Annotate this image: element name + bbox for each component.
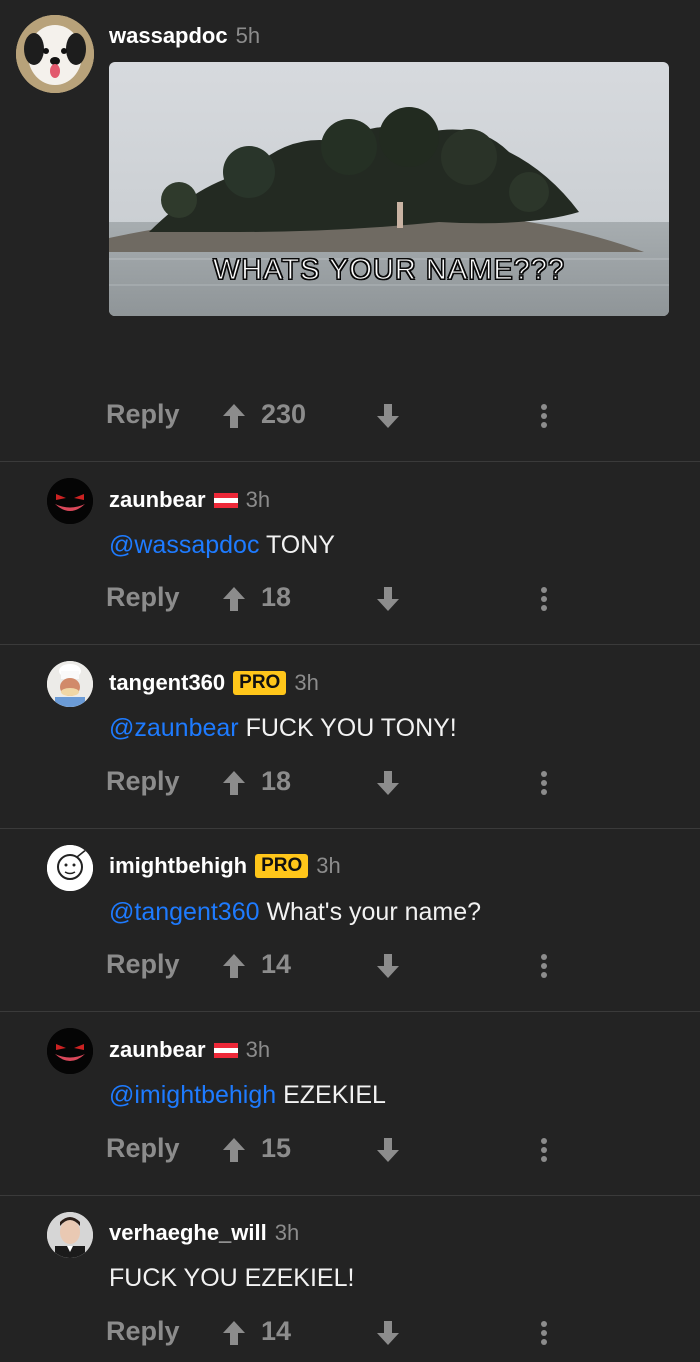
more-options-icon[interactable] — [540, 586, 548, 612]
reply-button[interactable]: Reply — [106, 399, 180, 430]
more-options-icon[interactable] — [540, 770, 548, 796]
more-options-icon[interactable] — [540, 403, 548, 429]
comment-actions: Reply 15 — [0, 1129, 700, 1169]
upvote-icon[interactable] — [222, 1320, 246, 1346]
comment-text: @zaunbear FUCK YOU TONY! — [109, 714, 457, 743]
timestamp: 3h — [274, 1220, 300, 1245]
username[interactable]: imightbehigh — [109, 853, 247, 879]
avatar[interactable] — [47, 478, 93, 524]
comment-body: FUCK YOU EZEKIEL! — [109, 1264, 355, 1292]
comment-body: TONY — [259, 531, 335, 559]
comment-actions: Reply 230 — [0, 395, 700, 435]
comment-body: What's your name? — [259, 898, 482, 926]
downvote-icon[interactable] — [376, 586, 400, 612]
vote-count: 14 — [261, 1316, 292, 1346]
chef-avatar-icon — [47, 661, 93, 707]
upvote-icon[interactable] — [222, 1137, 246, 1163]
vote-count: 230 — [261, 399, 307, 429]
downvote-icon[interactable] — [376, 403, 400, 429]
timestamp: 3h — [245, 487, 271, 512]
reply-button[interactable]: Reply — [106, 1133, 180, 1164]
man-avatar-icon — [47, 1212, 93, 1258]
timestamp: 3h — [316, 853, 341, 878]
pro-badge: PRO — [233, 671, 287, 695]
downvote-icon[interactable] — [376, 953, 400, 979]
avatar[interactable] — [16, 15, 94, 93]
comment-actions: Reply 14 — [0, 1312, 700, 1352]
vote-count: 14 — [261, 949, 292, 979]
grin-avatar-icon — [47, 1028, 93, 1074]
comment-actions: Reply 18 — [0, 762, 700, 802]
mention-link[interactable]: @wassapdoc — [109, 531, 259, 559]
username[interactable]: verhaeghe_will — [109, 1220, 267, 1246]
timestamp: 5h — [235, 23, 261, 48]
downvote-icon[interactable] — [376, 1320, 400, 1346]
pro-badge: PRO — [255, 854, 309, 878]
reply-button[interactable]: Reply — [106, 766, 180, 797]
downvote-icon[interactable] — [376, 1137, 400, 1163]
austria-flag-icon — [213, 492, 238, 508]
more-options-icon[interactable] — [540, 953, 548, 979]
divider — [0, 461, 700, 462]
username[interactable]: zaunbear — [109, 487, 206, 513]
mention-link[interactable]: @zaunbear — [109, 714, 239, 742]
comment-text: @tangent360 What's your name? — [109, 898, 481, 927]
avatar[interactable] — [47, 845, 93, 891]
upvote-icon[interactable] — [222, 770, 246, 796]
avatar[interactable] — [47, 1212, 93, 1258]
comment-text: @imightbehigh EZEKIEL — [109, 1081, 386, 1110]
mention-link[interactable]: @imightbehigh — [109, 1081, 276, 1109]
username[interactable]: zaunbear — [109, 1037, 206, 1063]
username[interactable]: tangent360 — [109, 670, 225, 696]
austria-flag-icon — [213, 1042, 238, 1058]
reply-button[interactable]: Reply — [106, 582, 180, 613]
reply-button[interactable]: Reply — [106, 949, 180, 980]
upvote-icon[interactable] — [222, 403, 246, 429]
dog-avatar-icon — [16, 15, 94, 93]
mention-link[interactable]: @tangent360 — [109, 898, 260, 926]
reply-button[interactable]: Reply — [106, 1316, 180, 1347]
vote-count: 18 — [261, 582, 292, 612]
divider — [0, 828, 700, 829]
avatar[interactable] — [47, 1028, 93, 1074]
more-options-icon[interactable] — [540, 1137, 548, 1163]
vote-count: 15 — [261, 1133, 292, 1163]
comment-actions: Reply 18 — [0, 578, 700, 618]
divider — [0, 644, 700, 645]
comment-body: FUCK YOU TONY! — [238, 714, 457, 742]
comment-actions: Reply 14 — [0, 945, 700, 985]
grin-avatar-icon — [47, 478, 93, 524]
image-caption: WHATS YOUR NAME??? — [212, 254, 566, 287]
comment-text: FUCK YOU EZEKIEL! — [109, 1264, 354, 1293]
divider — [0, 1011, 700, 1012]
comment-body: EZEKIEL — [276, 1081, 386, 1109]
more-options-icon[interactable] — [540, 1320, 548, 1346]
upvote-icon[interactable] — [222, 953, 246, 979]
upvote-icon[interactable] — [222, 586, 246, 612]
avatar[interactable] — [47, 661, 93, 707]
timestamp: 3h — [294, 670, 319, 695]
username[interactable]: wassapdoc — [109, 23, 228, 49]
timestamp: 3h — [245, 1037, 271, 1062]
comment-text: @wassapdoc TONY — [109, 531, 335, 560]
stickface-avatar-icon — [47, 845, 93, 891]
vote-count: 18 — [261, 766, 292, 796]
comment-image[interactable]: WHATS YOUR NAME??? — [109, 62, 669, 316]
divider — [0, 1195, 700, 1196]
downvote-icon[interactable] — [376, 770, 400, 796]
